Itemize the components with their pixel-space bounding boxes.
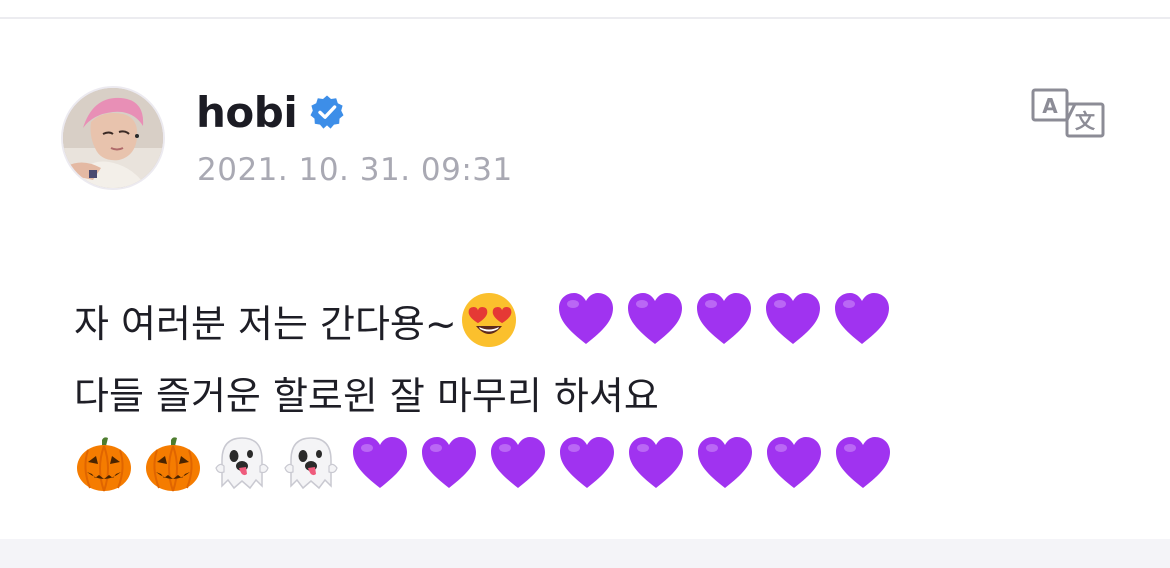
purple-heart-emoji [350, 434, 410, 494]
purple-heart-emoji [833, 434, 893, 494]
verified-badge-icon [309, 94, 345, 130]
translate-button[interactable]: A 文 [1031, 88, 1105, 138]
post-line-3 [74, 428, 1114, 500]
purple-heart-emoji [557, 434, 617, 494]
purple-heart-emoji [626, 434, 686, 494]
purple-heart-emoji [556, 290, 616, 350]
jack-o-lantern-emoji [143, 434, 203, 494]
avatar-photo [63, 88, 163, 188]
ghost-emoji [212, 434, 272, 494]
avatar[interactable] [61, 86, 165, 190]
post-line-text: 자 여러분 저는 간다용~ [74, 301, 457, 346]
author-name[interactable]: hobi [196, 88, 298, 137]
jack-o-lantern-emoji [74, 434, 134, 494]
purple-heart-emoji [832, 290, 892, 350]
bottom-divider [0, 539, 1170, 568]
post-line-1: 자 여러분 저는 간다용~ [74, 284, 1114, 356]
post-timestamp: 2021. 10. 31. 09:31 [197, 152, 513, 188]
svg-text:文: 文 [1075, 109, 1096, 133]
post-line-2: 다들 즐거운 할로윈 잘 마무리 하셔요 [74, 356, 1114, 428]
author-row: hobi [196, 86, 345, 138]
post-line-text: 다들 즐거운 할로윈 잘 마무리 하셔요 [74, 373, 659, 418]
purple-heart-emoji [763, 290, 823, 350]
svg-text:A: A [1042, 94, 1058, 118]
purple-heart-emoji [625, 290, 685, 350]
purple-heart-emoji [488, 434, 548, 494]
heart-eyes-emoji [459, 290, 519, 350]
post-body: 자 여러분 저는 간다용~ 다들 즐거운 할로윈 잘 마무리 하셔요 [74, 284, 1114, 500]
translate-icon: A 文 [1031, 88, 1105, 138]
purple-heart-emoji [764, 434, 824, 494]
top-divider [0, 0, 1170, 19]
purple-heart-emoji [694, 290, 754, 350]
purple-heart-emoji [419, 434, 479, 494]
post-page: hobi 2021. 10. 31. 09:31 A 文 자 여러분 저는 간다… [0, 0, 1170, 568]
purple-heart-emoji [695, 434, 755, 494]
ghost-emoji [281, 434, 341, 494]
